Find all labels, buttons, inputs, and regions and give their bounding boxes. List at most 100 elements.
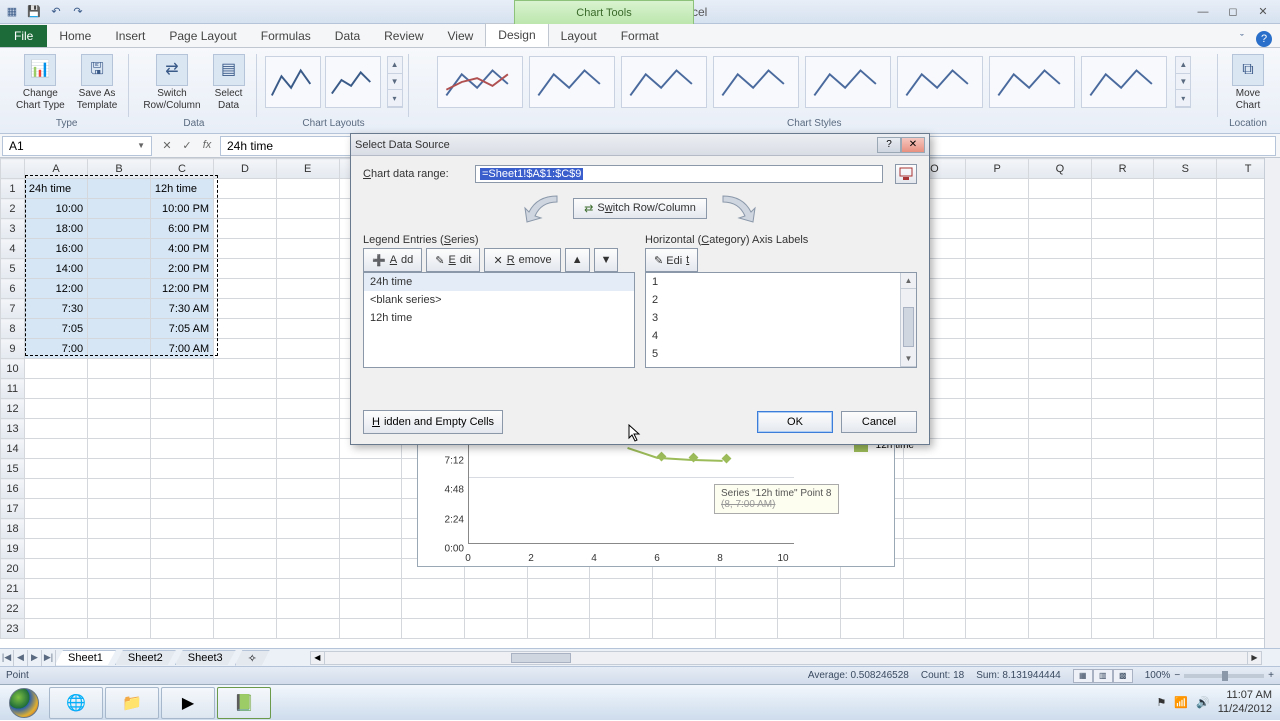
cell[interactable]: 7:00 [24, 339, 87, 359]
help-icon[interactable]: ? [1256, 31, 1272, 47]
cell[interactable] [276, 479, 339, 499]
cell[interactable] [1154, 499, 1217, 519]
cell[interactable] [1029, 359, 1092, 379]
tab-view[interactable]: View [436, 25, 486, 47]
cell[interactable] [276, 599, 339, 619]
cell[interactable] [150, 559, 213, 579]
row-header[interactable]: 11 [1, 379, 25, 399]
cell[interactable] [1154, 579, 1217, 599]
page-layout-view-icon[interactable]: ▥ [1093, 669, 1113, 683]
list-item[interactable]: 4 [646, 327, 916, 345]
cell[interactable] [150, 459, 213, 479]
cell[interactable] [276, 259, 339, 279]
zoom-out-icon[interactable]: − [1174, 670, 1180, 681]
chart-style-thumb[interactable] [713, 56, 799, 108]
cell[interactable] [88, 519, 151, 539]
cell[interactable] [1029, 539, 1092, 559]
cell[interactable] [24, 419, 87, 439]
cell[interactable] [88, 199, 151, 219]
list-item[interactable]: 1 [646, 273, 916, 291]
cell[interactable] [966, 219, 1029, 239]
sheet-nav-first-icon[interactable]: |◀ [0, 650, 14, 666]
cell[interactable]: 6:00 PM [150, 219, 213, 239]
cell[interactable] [214, 359, 277, 379]
cell[interactable] [1091, 479, 1154, 499]
cell[interactable] [1154, 479, 1217, 499]
cell[interactable] [150, 579, 213, 599]
embedded-chart[interactable]: 12h time 7:12 4:48 2:24 0:00 0 2 4 6 8 1… [417, 443, 895, 567]
cell[interactable] [276, 579, 339, 599]
cell[interactable] [214, 499, 277, 519]
cell[interactable] [1091, 259, 1154, 279]
cell[interactable] [1029, 199, 1092, 219]
taskbar-ie-icon[interactable]: 🌐 [49, 687, 103, 719]
sheet-nav-prev-icon[interactable]: ◀ [14, 650, 28, 666]
cell[interactable] [1029, 459, 1092, 479]
cell[interactable] [652, 619, 715, 639]
cell[interactable] [1029, 439, 1092, 459]
cell[interactable] [1154, 239, 1217, 259]
add-series-button[interactable]: ➕ Add [363, 248, 422, 272]
row-header[interactable]: 7 [1, 299, 25, 319]
list-item[interactable]: 12h time [364, 309, 634, 327]
chart-data-range-input[interactable]: =Sheet1!$A$1:$C$9 [475, 165, 883, 183]
cell[interactable] [276, 419, 339, 439]
cell[interactable] [88, 299, 151, 319]
cell[interactable] [1154, 599, 1217, 619]
cell[interactable] [1154, 219, 1217, 239]
cell[interactable] [276, 379, 339, 399]
cell[interactable] [966, 519, 1029, 539]
cell[interactable] [214, 239, 277, 259]
row-header[interactable]: 15 [1, 459, 25, 479]
cell[interactable] [966, 199, 1029, 219]
cell[interactable] [276, 199, 339, 219]
cell[interactable] [840, 599, 903, 619]
cell[interactable] [88, 399, 151, 419]
cell[interactable] [150, 519, 213, 539]
cell[interactable] [966, 239, 1029, 259]
cell[interactable] [903, 479, 966, 499]
cell[interactable]: 12:00 PM [150, 279, 213, 299]
cell[interactable] [88, 539, 151, 559]
cell[interactable] [966, 619, 1029, 639]
cell[interactable]: 12:00 [24, 279, 87, 299]
cell[interactable] [276, 219, 339, 239]
cancel-button[interactable]: Cancel [841, 411, 917, 433]
cell[interactable]: 14:00 [24, 259, 87, 279]
cell[interactable] [24, 379, 87, 399]
cell[interactable] [214, 279, 277, 299]
cell[interactable] [903, 459, 966, 479]
cell[interactable] [966, 439, 1029, 459]
cell[interactable] [339, 499, 402, 519]
cell[interactable] [1091, 199, 1154, 219]
page-break-view-icon[interactable]: ▩ [1113, 669, 1133, 683]
cell[interactable] [1154, 519, 1217, 539]
enter-formula-icon[interactable]: ✓ [178, 139, 196, 152]
cell[interactable] [214, 339, 277, 359]
cell[interactable] [966, 459, 1029, 479]
row-header[interactable]: 18 [1, 519, 25, 539]
remove-series-button[interactable]: ✕ Remove [484, 248, 560, 272]
sheet-tab-sheet2[interactable]: Sheet2 [115, 650, 176, 665]
cell[interactable] [1029, 479, 1092, 499]
column-header[interactable]: E [276, 159, 339, 179]
horizontal-scrollbar[interactable]: ◀▶ [310, 651, 1262, 665]
row-header[interactable]: 9 [1, 339, 25, 359]
tab-page-layout[interactable]: Page Layout [157, 25, 248, 47]
cell[interactable]: 10:00 PM [150, 199, 213, 219]
tray-flag-icon[interactable]: ⚑ [1156, 696, 1166, 709]
cell[interactable] [1029, 579, 1092, 599]
cell[interactable] [966, 539, 1029, 559]
cell[interactable] [1091, 359, 1154, 379]
cell[interactable] [214, 179, 277, 199]
cell[interactable] [1091, 219, 1154, 239]
cell[interactable] [24, 519, 87, 539]
cell[interactable] [24, 559, 87, 579]
cancel-formula-icon[interactable]: ✕ [158, 139, 176, 152]
cell[interactable] [1154, 379, 1217, 399]
row-header[interactable]: 5 [1, 259, 25, 279]
cell[interactable] [1091, 319, 1154, 339]
chart-style-thumb[interactable] [621, 56, 707, 108]
list-item[interactable]: 3 [646, 309, 916, 327]
cell[interactable] [1154, 279, 1217, 299]
